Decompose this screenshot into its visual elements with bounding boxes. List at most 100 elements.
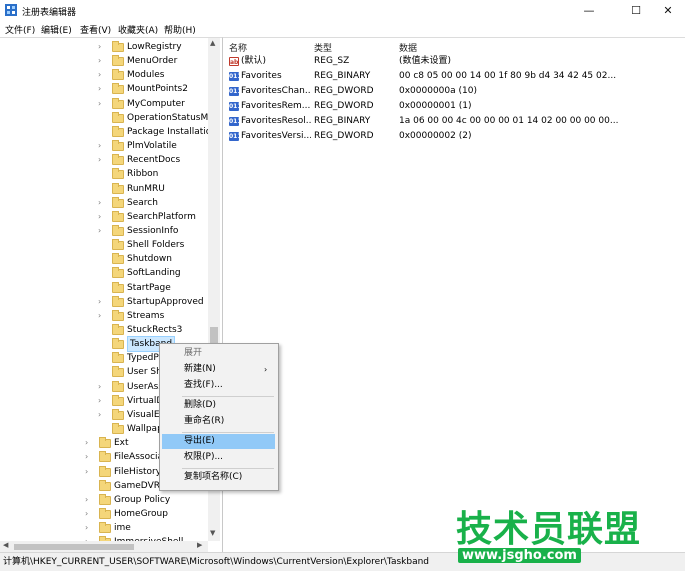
tree-item-label: FileHistory [114, 466, 162, 477]
expand-arrow-icon[interactable]: › [98, 153, 106, 167]
folder-icon [99, 479, 111, 491]
menu-item-export[interactable]: 导出(E) [162, 434, 275, 449]
folder-icon [112, 168, 124, 180]
menu-file[interactable]: 文件(F) [5, 23, 35, 36]
menu-bar: 文件(F) 编辑(E) 查看(V) 收藏夹(A) 帮助(H) [0, 21, 685, 37]
submenu-arrow-icon: › [264, 365, 268, 374]
hscroll-thumb[interactable] [14, 544, 134, 550]
folder-icon [99, 451, 111, 463]
expand-arrow-icon[interactable]: › [85, 436, 93, 450]
tree-item-label: ime [114, 523, 131, 534]
menu-item-permissions[interactable]: 权限(P)... [162, 450, 275, 465]
folder-icon [112, 125, 124, 137]
expand-arrow-icon[interactable]: › [85, 521, 93, 535]
folder-icon [112, 196, 124, 208]
value-row[interactable]: 011 FavoritesVersi... REG_DWORD 0x00000002 … [223, 129, 685, 144]
folder-icon [112, 394, 124, 406]
value-type: REG_DWORD [314, 101, 374, 111]
value-name: FavoritesResol... [241, 116, 311, 126]
value-data: 0x0000000a (10) [399, 86, 477, 96]
folder-icon [112, 239, 124, 251]
value-type: REG_DWORD [314, 131, 374, 141]
scroll-up-icon[interactable]: ▲ [210, 39, 215, 47]
folder-icon [112, 111, 124, 123]
tree-item-label: Package Installatio [127, 126, 212, 137]
value-name: FavoritesRem... [241, 101, 311, 111]
expand-arrow-icon[interactable]: › [98, 196, 106, 210]
tree-item-label: Ext [114, 438, 129, 449]
column-header-data[interactable]: 数据 [399, 41, 417, 54]
column-header-name[interactable]: 名称 [229, 41, 247, 54]
expand-arrow-icon[interactable]: › [98, 295, 106, 309]
expand-arrow-icon[interactable]: › [85, 465, 93, 479]
expand-arrow-icon[interactable]: › [98, 408, 106, 422]
menu-item-expand[interactable]: 展开 [162, 346, 275, 361]
minimize-button[interactable]: — [570, 0, 608, 21]
tree-item-label: Shell Folders [127, 240, 185, 251]
value-row[interactable]: 011 Favorites REG_BINARY 00 c8 05 00 00 14 … [223, 69, 685, 84]
value-type: REG_DWORD [314, 86, 374, 96]
value-data: (数值未设置) [399, 56, 452, 66]
tree-item-label: LowRegistry [127, 42, 182, 52]
scroll-right-icon[interactable]: ▶ [197, 541, 202, 549]
folder-icon [112, 253, 124, 265]
menu-item-delete[interactable]: 删除(D) [162, 398, 275, 413]
expand-arrow-icon[interactable]: › [85, 493, 93, 507]
expand-arrow-icon[interactable]: › [98, 54, 106, 68]
expand-arrow-icon[interactable]: › [98, 68, 106, 82]
folder-icon [99, 507, 111, 519]
expand-arrow-icon[interactable]: › [98, 394, 106, 408]
menu-item-new[interactable]: 新建(N) › [162, 362, 275, 377]
menu-item-find[interactable]: 查找(F)... [162, 378, 275, 393]
status-path: 计算机\HKEY_CURRENT_USER\SOFTWARE\Microsoft… [3, 557, 430, 567]
tree-item-label: SessionInfo [127, 225, 179, 236]
value-name: (默认) [241, 56, 267, 66]
tree-item-label: MyComputer [127, 98, 185, 109]
expand-arrow-icon[interactable]: › [98, 309, 106, 323]
value-row[interactable]: 011 FavoritesResol... REG_BINARY 1a 06 00 0… [223, 114, 685, 129]
folder-icon [99, 437, 111, 449]
menu-item-rename[interactable]: 重命名(R) [162, 414, 275, 429]
column-header-type[interactable]: 类型 [314, 41, 332, 54]
expand-arrow-icon[interactable]: › [98, 97, 106, 111]
folder-icon [112, 224, 124, 236]
expand-arrow-icon[interactable]: › [85, 450, 93, 464]
expand-arrow-icon[interactable]: › [98, 139, 106, 153]
folder-icon [112, 55, 124, 67]
menu-help[interactable]: 帮助(H) [164, 23, 196, 36]
folder-icon [112, 423, 124, 435]
scroll-left-icon[interactable]: ◀ [3, 541, 8, 549]
menu-favorites[interactable]: 收藏夹(A) [118, 23, 158, 36]
folder-icon [112, 97, 124, 109]
binary-value-icon: 011 [229, 117, 242, 126]
folder-icon [112, 267, 124, 279]
expand-arrow-icon[interactable]: › [85, 507, 93, 521]
scroll-down-icon[interactable]: ▼ [210, 529, 215, 537]
menu-view[interactable]: 查看(V) [80, 23, 111, 36]
expand-arrow-icon[interactable]: › [98, 380, 106, 394]
folder-icon [99, 465, 111, 477]
value-row[interactable]: 011 FavoritesChan... REG_DWORD 0x0000000a (… [223, 84, 685, 99]
close-button[interactable]: ✕ [649, 0, 685, 21]
values-pane[interactable]: 名称 类型 数据 ab (默认) REG_SZ (数值未设置) 011 Favorites… [223, 37, 685, 553]
value-row[interactable]: 011 FavoritesRem... REG_DWORD 0x00000001 (1… [223, 99, 685, 114]
tree-item-label: Group Policy [114, 494, 171, 505]
folder-icon [112, 408, 124, 420]
menu-edit[interactable]: 编辑(E) [41, 23, 72, 36]
menu-item-copy-key-name[interactable]: 复制项名称(C) [162, 470, 275, 485]
tree-item-label: SoftLanding [127, 268, 181, 279]
tree-item-label: StartupApproved [127, 296, 204, 307]
value-row[interactable]: ab (默认) REG_SZ (数值未设置) [223, 54, 685, 69]
binary-value-icon: 011 [229, 87, 242, 96]
value-type: REG_SZ [314, 56, 350, 66]
expand-arrow-icon[interactable]: › [98, 224, 106, 238]
expand-arrow-icon[interactable]: › [98, 210, 106, 224]
binary-value-icon: 011 [229, 72, 242, 81]
expand-arrow-icon[interactable]: › [98, 40, 106, 54]
folder-icon [112, 140, 124, 152]
folder-icon [112, 41, 124, 52]
menu-separator [182, 432, 274, 433]
tree-item-label: RecentDocs [127, 155, 181, 166]
tree-item-label: VisualEf [127, 409, 163, 420]
expand-arrow-icon[interactable]: › [98, 82, 106, 96]
